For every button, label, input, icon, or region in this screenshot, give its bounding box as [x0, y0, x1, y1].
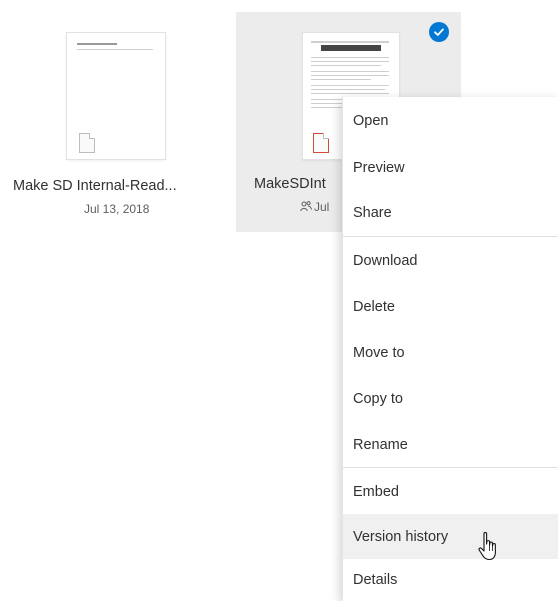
menu-item-copy-to[interactable]: Copy to — [343, 376, 558, 422]
file-name[interactable]: Make SD Internal-Read... — [13, 178, 177, 194]
file-date: Jul — [314, 200, 330, 214]
file-name[interactable]: MakeSDInt — [254, 176, 326, 192]
file-tile-make-sd-internal-read[interactable]: Make SD Internal-Read... Jul 13, 2018 — [0, 14, 236, 232]
menu-item-share[interactable]: Share — [343, 191, 558, 235]
menu-separator — [343, 236, 558, 237]
thumbnail-text-line — [77, 43, 117, 45]
thumbnail-text-line — [77, 49, 153, 50]
menu-item-download[interactable]: Download — [343, 238, 558, 284]
check-icon[interactable] — [429, 22, 449, 42]
menu-item-rename[interactable]: Rename — [343, 422, 558, 467]
menu-item-move-to[interactable]: Move to — [343, 330, 558, 376]
file-thumbnail[interactable] — [66, 32, 166, 160]
menu-item-embed[interactable]: Embed — [343, 469, 558, 514]
menu-item-version-history[interactable]: Version history — [343, 514, 558, 559]
menu-item-delete[interactable]: Delete — [343, 284, 558, 330]
thumbnail-text-line — [311, 57, 389, 58]
thumbnail-text-line — [311, 61, 389, 62]
menu-item-preview[interactable]: Preview — [343, 145, 558, 191]
thumbnail-text-line — [311, 93, 389, 94]
thumbnail-text-line — [311, 65, 381, 66]
document-icon — [79, 133, 95, 153]
menu-separator — [343, 467, 558, 468]
menu-item-open[interactable]: Open — [343, 97, 558, 145]
hand-pointer-cursor — [478, 531, 496, 561]
thumbnail-text-line — [311, 71, 389, 72]
document-icon — [313, 133, 329, 153]
thumbnail-text-line — [311, 75, 389, 76]
thumbnail-text-line — [311, 89, 385, 90]
thumbnail-text-line — [311, 85, 389, 86]
file-date: Jul 13, 2018 — [84, 202, 150, 216]
file-date-row: Jul — [300, 200, 329, 214]
thumbnail-banner — [321, 45, 381, 51]
thumbnail-text-line — [311, 79, 371, 80]
menu-item-details[interactable]: Details — [343, 559, 558, 601]
thumbnail-text-line — [311, 41, 389, 43]
context-menu: Open Preview Share Download Delete Move … — [342, 97, 558, 601]
shared-people-icon — [300, 201, 312, 212]
